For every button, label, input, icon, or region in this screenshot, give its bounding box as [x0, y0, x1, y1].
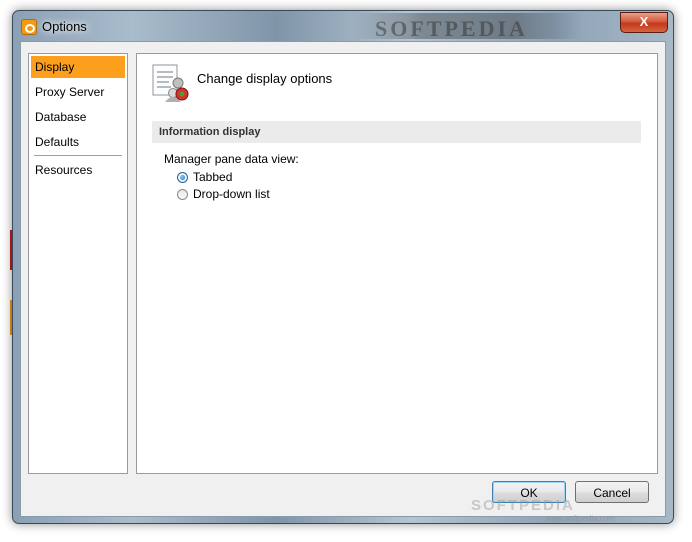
options-panel: Change display options Information displ… [136, 53, 658, 474]
ok-button[interactable]: OK [492, 481, 566, 503]
nav-item-defaults[interactable]: Defaults [31, 131, 125, 153]
options-window: Options SOFTPEDIA X Display Proxy Server… [12, 10, 674, 524]
title-watermark: SOFTPEDIA [375, 16, 528, 41]
nav-item-proxy-server[interactable]: Proxy Server [31, 81, 125, 103]
app-icon [21, 19, 37, 35]
nav-item-resources[interactable]: Resources [31, 159, 125, 181]
close-button[interactable]: X [620, 12, 668, 33]
title-bar[interactable]: Options SOFTPEDIA X [13, 11, 673, 41]
cancel-button[interactable]: Cancel [575, 481, 649, 503]
radio-button-checked-icon[interactable] [177, 171, 188, 183]
options-nav: Display Proxy Server Database Defaults R… [28, 53, 128, 474]
manager-pane-label: Manager pane data view: [164, 152, 299, 166]
radio-option-drop-down-list[interactable]: Drop-down list [177, 187, 270, 201]
radio-button-unchecked-icon[interactable] [177, 188, 188, 200]
radio-label-tabbed: Tabbed [193, 170, 233, 184]
panel-header-title: Change display options [197, 71, 333, 86]
nav-item-database[interactable]: Database [31, 106, 125, 128]
nav-divider [34, 155, 122, 156]
nav-item-display[interactable]: Display [31, 56, 125, 78]
softpedia-url-watermark: www.softpedia.com [546, 514, 615, 523]
radio-label-drop-down-list: Drop-down list [193, 187, 270, 201]
display-options-icon [152, 64, 189, 102]
radio-option-tabbed[interactable]: Tabbed [177, 170, 232, 184]
dialog-client-area: Display Proxy Server Database Defaults R… [20, 41, 666, 523]
section-header: Information display [152, 121, 641, 143]
window-title: Options [42, 19, 87, 34]
